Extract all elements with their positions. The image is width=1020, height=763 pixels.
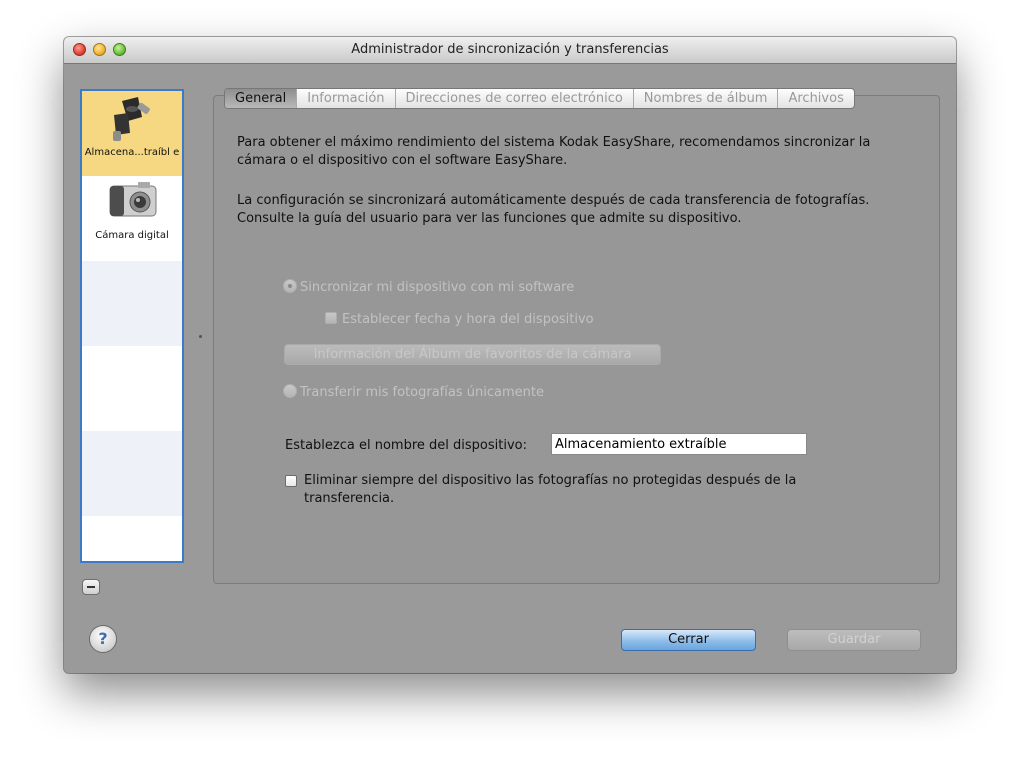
radio-indicator bbox=[283, 279, 297, 293]
device-name-label: Establezca el nombre del dispositivo: bbox=[285, 438, 527, 453]
device-item-digital-camera[interactable]: Cámara digital bbox=[82, 176, 182, 261]
set-datetime-checkbox[interactable]: Establecer fecha y hora del dispositivo bbox=[325, 312, 594, 327]
tab-album-names[interactable]: Nombres de álbum bbox=[632, 89, 778, 108]
transfer-only-radio[interactable]: Transferir mis fotografías únicamente bbox=[283, 384, 544, 400]
device-name-input[interactable] bbox=[551, 433, 807, 455]
splitter-handle[interactable] bbox=[199, 335, 202, 338]
config-text: La configuración se sincronizará automát… bbox=[237, 193, 870, 226]
tab-general[interactable]: General bbox=[225, 89, 297, 108]
tab-email-addresses[interactable]: Direcciones de correo electrónico bbox=[394, 89, 633, 108]
radio-indicator bbox=[283, 384, 297, 398]
device-item-removable-storage[interactable]: Almacena...traíbl e bbox=[82, 91, 182, 176]
intro-text: Para obtener el máximo rendimiento del s… bbox=[237, 135, 871, 168]
usb-cables-icon bbox=[113, 97, 150, 141]
tab-files[interactable]: Archivos bbox=[777, 89, 853, 108]
camera-icon bbox=[109, 182, 157, 217]
save-button[interactable]: Guardar bbox=[787, 629, 921, 651]
help-button[interactable]: ? bbox=[89, 625, 117, 653]
remove-device-button[interactable] bbox=[82, 579, 100, 595]
close-button[interactable]: Cerrar bbox=[621, 629, 756, 651]
sync-device-label: Sincronizar mi dispositivo con mi softwa… bbox=[300, 280, 575, 295]
favorites-album-info-button[interactable]: Información del Álbum de favoritos de la… bbox=[284, 344, 661, 365]
checkbox-indicator bbox=[285, 475, 297, 487]
device-list-empty-row bbox=[82, 431, 182, 516]
device-list: Almacena...traíbl e Cámara digital bbox=[80, 89, 184, 563]
delete-after-transfer-label: Eliminar siempre del dispositivo las fot… bbox=[304, 473, 797, 506]
device-list-empty-row bbox=[82, 346, 182, 431]
title-bar: Administrador de sincronización y transf… bbox=[64, 37, 956, 64]
device-list-empty-row bbox=[82, 261, 182, 346]
sync-device-radio[interactable]: Sincronizar mi dispositivo con mi softwa… bbox=[283, 279, 574, 295]
checkbox-indicator bbox=[325, 312, 337, 324]
device-label: Cámara digital bbox=[95, 230, 169, 241]
transfer-only-label: Transferir mis fotografías únicamente bbox=[300, 385, 544, 400]
delete-after-transfer-checkbox[interactable]: Eliminar siempre del dispositivo las fot… bbox=[285, 472, 865, 508]
window-title: Administrador de sincronización y transf… bbox=[351, 42, 669, 57]
sync-transfer-manager-window: Administrador de sincronización y transf… bbox=[64, 37, 956, 673]
tab-information[interactable]: Información bbox=[296, 89, 394, 108]
tab-bar: General Información Direcciones de corre… bbox=[224, 88, 855, 109]
device-label: Almacena...traíbl e bbox=[84, 147, 180, 158]
device-list-empty-row bbox=[82, 516, 182, 561]
set-datetime-label: Establecer fecha y hora del dispositivo bbox=[342, 312, 594, 327]
